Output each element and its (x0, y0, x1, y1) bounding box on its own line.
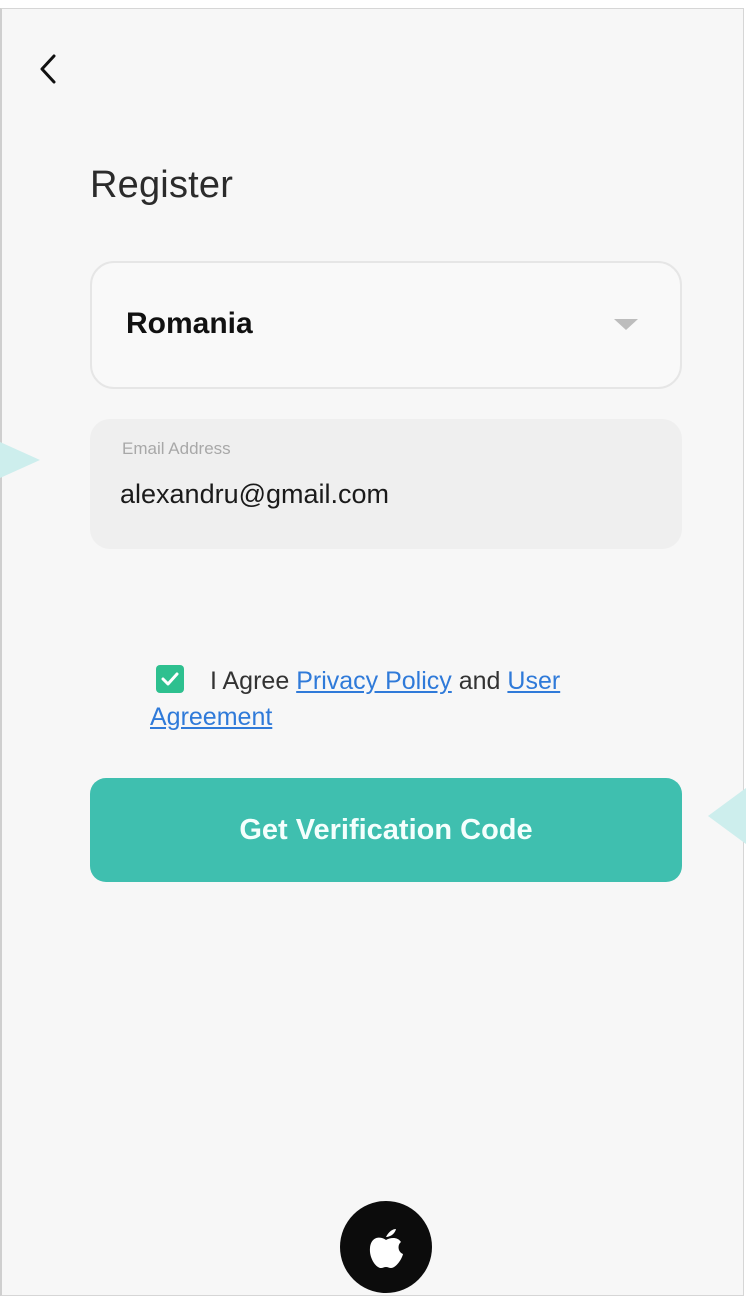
agreement-row: I Agree Privacy Policy and User Agreemen… (150, 663, 650, 735)
check-icon (161, 672, 179, 686)
agree-conjunction: and (458, 667, 501, 695)
apple-icon (369, 1229, 403, 1268)
back-button[interactable] (28, 43, 68, 95)
privacy-policy-link[interactable]: Privacy Policy (296, 667, 452, 695)
caret-down-icon (614, 319, 638, 330)
email-input-value[interactable]: alexandru@gmail.com (120, 479, 389, 510)
page-title: Register (90, 164, 234, 206)
email-field[interactable]: Email Address alexandru@gmail.com (90, 419, 682, 549)
agree-text: I Agree (210, 667, 290, 695)
phone-screen: Register Romania Email Address alexandru… (0, 8, 744, 1296)
apple-signin-button[interactable] (340, 1201, 432, 1293)
country-select[interactable]: Romania (90, 261, 682, 389)
agree-checkbox[interactable] (156, 665, 184, 693)
get-verification-code-button[interactable]: Get Verification Code (90, 778, 682, 882)
decorative-arrow-left (0, 442, 40, 478)
country-value: Romania (126, 307, 253, 340)
chevron-left-icon (40, 54, 56, 84)
email-label: Email Address (122, 439, 231, 458)
decorative-arrow-right (708, 788, 746, 844)
